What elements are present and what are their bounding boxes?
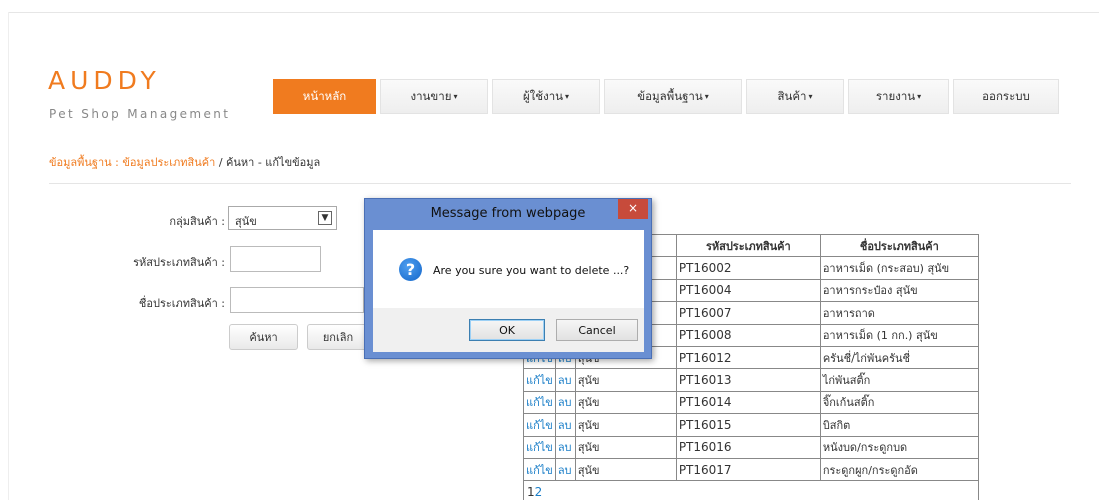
- code-label: รหัสประเภทสินค้า :: [133, 256, 225, 269]
- code-cell: PT16008: [675, 323, 821, 347]
- code-cell: PT16015: [675, 413, 821, 437]
- chevron-down-icon: ▼: [318, 211, 332, 225]
- name-cell: อาหารเม็ด (กระสอบ) สุนัข: [819, 256, 979, 280]
- delete-link[interactable]: ลบ: [554, 435, 576, 459]
- nav-reports[interactable]: รายงาน ▾: [848, 79, 949, 114]
- name-cell: บิสกิต: [819, 413, 979, 437]
- edit-link[interactable]: แก้ไข: [523, 390, 556, 415]
- group-cell: สุนัข: [574, 368, 677, 392]
- page-link-2[interactable]: 2: [535, 485, 543, 499]
- breadcrumb-current: ค้นหา - แก้ไขข้อมูล: [226, 156, 321, 169]
- chevron-down-icon: ▾: [453, 92, 458, 101]
- edit-link[interactable]: แก้ไข: [523, 368, 556, 392]
- pager-row: 12: [523, 480, 979, 500]
- nav-label: สินค้า: [777, 88, 807, 103]
- table-row: แก้ไข ลบ สุนัข PT16013 ไก่พันสติ๊ก: [523, 368, 979, 392]
- code-cell: PT16016: [675, 435, 821, 459]
- divider: [49, 183, 1071, 184]
- name-cell: ครันชี่/ไก่พันครันชี่: [819, 345, 979, 370]
- table-row: แก้ไข ลบ สุนัข PT16017 กระดูกผูก/กระดูกอัด: [523, 457, 979, 482]
- dialog-message: Are you sure you want to delete ...?: [433, 264, 630, 277]
- breadcrumb: ข้อมูลพื้นฐาน : ข้อมูลประเภทสินค้า / ค้น…: [49, 153, 320, 171]
- page: { "brand": {"name": "AUDDY", "subtitle":…: [0, 0, 1099, 500]
- delete-link[interactable]: ลบ: [554, 368, 576, 392]
- brand-logo: AUDDY: [48, 66, 161, 95]
- dialog-message-area: ? Are you sure you want to delete ...?: [373, 230, 644, 308]
- nav-users[interactable]: ผู้ใช้งาน ▾: [492, 79, 600, 114]
- group-cell: สุนัข: [574, 457, 677, 482]
- breadcrumb-link[interactable]: ข้อมูลพื้นฐาน : ข้อมูลประเภทสินค้า: [49, 156, 215, 169]
- delete-link[interactable]: ลบ: [554, 413, 576, 437]
- name-input[interactable]: [230, 287, 364, 313]
- name-cell: อาหารเม็ด (1 กก.) สุนัข: [819, 323, 979, 347]
- table-row: แก้ไข ลบ สุนัข PT16016 หนังบด/กระดูกบด: [523, 435, 979, 459]
- page-link-1[interactable]: 1: [527, 485, 535, 499]
- nav-label: รายงาน: [875, 88, 916, 103]
- dialog-cancel-button[interactable]: Cancel: [556, 319, 638, 341]
- table-header: รหัสประเภทสินค้า: [675, 233, 821, 258]
- delete-link[interactable]: ลบ: [554, 390, 576, 415]
- close-icon[interactable]: ×: [618, 199, 648, 219]
- name-cell: จิ๊กเก้นสติ๊ก: [819, 390, 979, 415]
- code-cell: PT16002: [675, 256, 821, 280]
- nav-sales[interactable]: งานขาย ▾: [380, 79, 488, 114]
- code-cell: PT16014: [675, 390, 821, 415]
- code-cell: PT16004: [675, 278, 821, 303]
- edit-link[interactable]: แก้ไข: [523, 413, 556, 437]
- group-cell: สุนัข: [574, 435, 677, 459]
- group-cell: สุนัข: [574, 390, 677, 415]
- table-row: แก้ไข ลบ สุนัข PT16015 บิสกิต: [523, 413, 979, 437]
- ok-button[interactable]: OK: [469, 319, 545, 341]
- nav-label: ออกระบบ: [982, 88, 1030, 103]
- chevron-down-icon: ▾: [704, 92, 709, 101]
- group-select-value: สุนัข: [235, 215, 257, 228]
- delete-link[interactable]: ลบ: [554, 457, 576, 482]
- nav-label: ผู้ใช้งาน: [522, 88, 564, 103]
- breadcrumb-separator: /: [218, 156, 223, 169]
- chevron-down-icon: ▾: [565, 92, 570, 101]
- nav-master-data[interactable]: ข้อมูลพื้นฐาน ▾: [604, 79, 742, 114]
- group-label: กลุ่มสินค้า :: [169, 215, 225, 228]
- name-label: ชื่อประเภทสินค้า :: [138, 297, 225, 310]
- group-cell: สุนัข: [574, 413, 677, 437]
- nav-label: หน้าหลัก: [302, 88, 347, 103]
- nav-label: ข้อมูลพื้นฐาน: [637, 88, 703, 103]
- brand-subtitle: Pet Shop Management: [49, 107, 231, 121]
- edit-link[interactable]: แก้ไข: [523, 457, 556, 482]
- code-cell: PT16012: [675, 345, 821, 370]
- group-select[interactable]: สุนัข ▼: [228, 206, 337, 230]
- name-cell: ไก่พันสติ๊ก: [819, 368, 979, 392]
- nav-home[interactable]: หน้าหลัก: [273, 79, 376, 114]
- dialog-body: ? Are you sure you want to delete ...? O…: [373, 230, 644, 352]
- top-border: [8, 12, 1099, 13]
- code-cell: PT16017: [675, 457, 821, 482]
- code-cell: PT16007: [675, 301, 821, 325]
- search-button[interactable]: ค้นหา: [229, 324, 298, 350]
- code-input[interactable]: [230, 246, 321, 272]
- chevron-down-icon: ▾: [808, 92, 813, 101]
- table-row: แก้ไข ลบ สุนัข PT16014 จิ๊กเก้นสติ๊ก: [523, 390, 979, 415]
- name-cell: หนังบด/กระดูกบด: [819, 435, 979, 459]
- table-header: ชื่อประเภทสินค้า: [819, 233, 979, 258]
- edit-link[interactable]: แก้ไข: [523, 435, 556, 459]
- dialog-title: Message from webpage: [430, 206, 586, 221]
- name-cell: กระดูกผูก/กระดูกอัด: [819, 457, 979, 482]
- name-cell: อาหารกระป๋อง สุนัข: [819, 278, 979, 303]
- confirm-dialog: Message from webpage × ? Are you sure yo…: [364, 198, 652, 359]
- code-cell: PT16013: [675, 368, 821, 392]
- nav-products[interactable]: สินค้า ▾: [746, 79, 844, 114]
- cancel-button[interactable]: ยกเลิก: [307, 324, 369, 350]
- chevron-down-icon: ▾: [917, 92, 922, 101]
- question-icon: ?: [399, 258, 422, 281]
- nav-logout[interactable]: ออกระบบ: [953, 79, 1059, 114]
- nav-label: งานขาย: [410, 88, 452, 103]
- left-border: [8, 12, 9, 500]
- name-cell: อาหารถาด: [819, 301, 979, 325]
